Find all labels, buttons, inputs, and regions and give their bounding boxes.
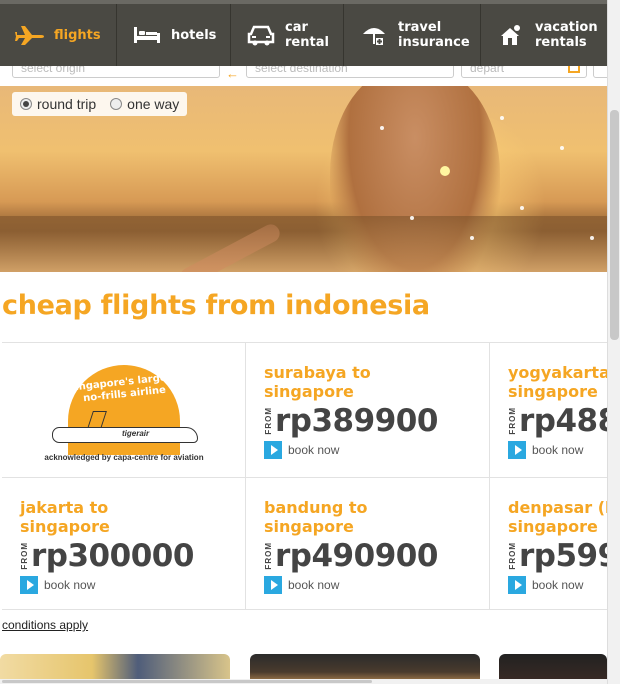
from-label: FROM <box>508 542 517 570</box>
book-now-label: book now <box>288 443 340 457</box>
play-arrow-icon <box>264 576 282 594</box>
house-icon <box>495 19 527 51</box>
book-now-button[interactable]: book now <box>264 576 339 594</box>
tab-hotels-label: hotels <box>171 27 217 43</box>
deal-price-row: FROM rp300000 <box>20 538 194 574</box>
play-arrow-icon <box>264 441 282 459</box>
deal-card: jakarta to singapore FROM rp300000 book … <box>2 477 246 609</box>
radio-unselected-icon <box>110 98 123 110</box>
deal-card: yogyakarta singapore FROM rp488 book now <box>490 343 607 477</box>
destination-field[interactable]: select destination <box>246 66 454 78</box>
book-now-button[interactable]: book now <box>508 441 583 459</box>
award-badge: singapore's largest no-frills airline ti… <box>2 343 246 477</box>
tab-flights-label: flights <box>54 27 101 43</box>
radio-selected-icon <box>20 98 32 110</box>
award-caption: acknowledged by capa-centre for aviation <box>44 453 204 462</box>
book-now-label: book now <box>44 578 96 592</box>
hero-sparkle <box>470 236 474 240</box>
deal-route: surabaya to singapore <box>264 363 371 401</box>
book-now-label: book now <box>532 578 584 592</box>
destination-placeholder: select destination <box>255 66 348 75</box>
horizontal-scrollbar[interactable] <box>0 679 607 684</box>
deal-route: denpasar (b singapore <box>508 498 607 536</box>
hero-sparkle <box>440 166 450 176</box>
tab-flights[interactable]: flights <box>0 4 117 66</box>
book-now-button[interactable]: book now <box>264 441 339 459</box>
book-now-button[interactable]: book now <box>20 576 95 594</box>
play-arrow-icon <box>508 441 526 459</box>
hero-sparkle <box>410 216 414 220</box>
hero-sparkle <box>590 236 594 240</box>
from-label: FROM <box>508 407 517 435</box>
deal-price: rp490900 <box>275 538 438 574</box>
deal-card: denpasar (b singapore FROM rp599 book no… <box>490 477 607 609</box>
tab-travel-insurance[interactable]: travel insurance <box>344 4 481 66</box>
hero-sparkle <box>500 116 504 120</box>
tab-hotels[interactable]: hotels <box>117 4 231 66</box>
page-title: cheap flights from indonesia <box>2 290 430 321</box>
book-now-label: book now <box>288 578 340 592</box>
top-navigation: flights hotels car rental travel insuran… <box>0 0 607 66</box>
tab-travel-insurance-label: travel insurance <box>398 20 470 50</box>
deal-price-row: FROM rp488 <box>508 403 607 439</box>
deal-price-row: FROM rp389900 <box>264 403 438 439</box>
swap-arrow-icon[interactable]: ← <box>226 66 239 81</box>
deal-price: rp389900 <box>275 403 438 439</box>
origin-field[interactable]: select origin <box>12 66 220 78</box>
book-now-label: book now <box>532 443 584 457</box>
deal-route: bandung to singapore <box>264 498 368 536</box>
deal-price: rp488 <box>519 403 607 439</box>
one-way-radio[interactable]: one way <box>110 95 179 113</box>
depart-placeholder: depart <box>470 66 505 75</box>
hero-sea <box>0 216 607 272</box>
car-icon <box>245 19 277 51</box>
conditions-link[interactable]: conditions apply <box>2 618 88 632</box>
hero-sparkle <box>520 206 524 210</box>
award-brand: tigerair <box>122 429 150 438</box>
umbrella-icon <box>358 19 390 51</box>
deal-price-row: FROM rp599 <box>508 538 607 574</box>
from-label: FROM <box>264 542 273 570</box>
award-badge-cell: singapore's largest no-frills airline ti… <box>2 343 246 477</box>
scrollbar-thumb[interactable] <box>2 680 372 683</box>
bed-icon <box>131 19 163 51</box>
from-label: FROM <box>20 542 29 570</box>
round-trip-label: round trip <box>37 96 97 112</box>
deal-card: surabaya to singapore FROM rp389900 book… <box>246 343 490 477</box>
trip-type-selector: round trip one way <box>12 92 188 116</box>
plane-icon <box>14 19 46 51</box>
scrollbar-thumb[interactable] <box>610 110 619 340</box>
deal-price: rp300000 <box>31 538 194 574</box>
deal-card: bandung to singapore FROM rp490900 book … <box>246 477 490 609</box>
tab-car-rental-label: car rental <box>285 20 329 50</box>
deals-grid: singapore's largest no-frills airline ti… <box>2 342 607 610</box>
calendar-icon <box>568 66 580 73</box>
vertical-scrollbar[interactable] <box>607 0 620 684</box>
tab-car-rental[interactable]: car rental <box>231 4 344 66</box>
round-trip-radio[interactable]: round trip <box>20 95 96 113</box>
from-label: FROM <box>264 407 273 435</box>
depart-date-field[interactable]: depart <box>461 66 587 78</box>
hero-sparkle <box>560 146 564 150</box>
play-arrow-icon <box>508 576 526 594</box>
deal-price: rp599 <box>519 538 607 574</box>
origin-placeholder: select origin <box>21 66 86 75</box>
hero-sparkle <box>380 126 384 130</box>
search-form: select origin ← select destination depar… <box>0 66 607 86</box>
deal-price-row: FROM rp490900 <box>264 538 438 574</box>
book-now-button[interactable]: book now <box>508 576 583 594</box>
return-date-field[interactable] <box>593 66 607 78</box>
deal-route: jakarta to singapore <box>20 498 110 536</box>
one-way-label: one way <box>127 96 180 112</box>
play-arrow-icon <box>20 576 38 594</box>
deal-route: yogyakarta singapore <box>508 363 607 401</box>
tab-vacation-rentals[interactable]: vacation rentals <box>481 4 607 66</box>
tab-vacation-rentals-label: vacation rentals <box>535 20 598 50</box>
